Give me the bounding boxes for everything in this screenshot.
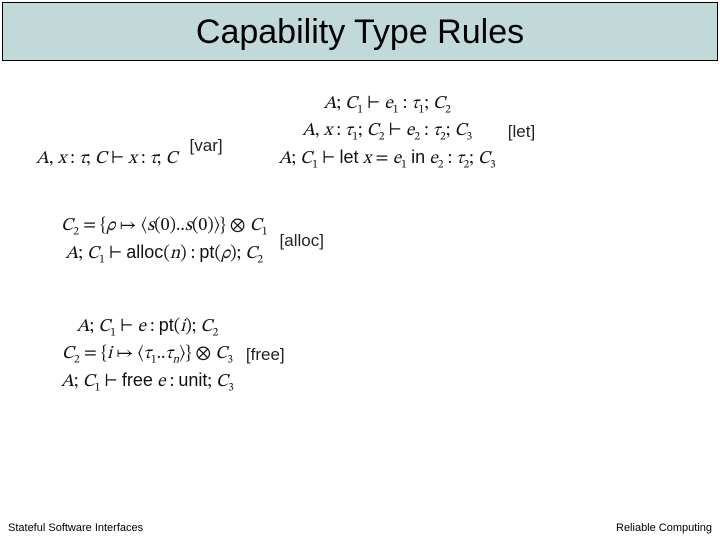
- rule-var-conclusion: A, x : τ; C ⊢ x : τ; C: [30, 146, 184, 173]
- rule-let-premise2: A, x : τ1; C2 ⊢ e2 : τ2; C3: [273, 118, 502, 145]
- rules-row-2: C2 = {ρ ↦ ⟨s(0)..s(0)⟩} ⊗ C1 A; C1 ⊢ all…: [30, 213, 690, 268]
- rule-alloc-conclusion: A; C1 ⊢ alloc(n) : pt(ρ); C2: [55, 240, 274, 268]
- rule-alloc-premise: C2 = {ρ ↦ ⟨s(0)..s(0)⟩} ⊗ C1: [55, 213, 274, 240]
- rule-var: A, x : τ; C ⊢ x : τ; C [var]: [30, 119, 223, 173]
- rule-alloc-label: [alloc]: [280, 231, 324, 251]
- rule-var-label: [var]: [190, 136, 223, 156]
- page-title: Capability Type Rules: [3, 13, 717, 52]
- rule-free-label: [free]: [246, 345, 285, 365]
- rule-let-conclusion: A; C1 ⊢ let x = e1 in e2 : τ2; C3: [273, 145, 502, 173]
- rule-free-premise1: A; C1 ⊢ e : pt(i); C2: [55, 313, 240, 341]
- rules-row-1: A, x : τ; C ⊢ x : τ; C [var] A; C1 ⊢ e1 …: [30, 91, 690, 173]
- rule-free: A; C1 ⊢ e : pt(i); C2 C2 = {i ↦ ⟨τ1..τn⟩…: [55, 313, 285, 396]
- footer-right: Reliable Computing: [616, 522, 712, 534]
- rule-free-premise2: C2 = {i ↦ ⟨τ1..τn⟩} ⊗ C3: [55, 341, 240, 368]
- title-bar: Capability Type Rules: [2, 2, 718, 61]
- slide-content: A, x : τ; C ⊢ x : τ; C [var] A; C1 ⊢ e1 …: [0, 61, 720, 396]
- rule-alloc: C2 = {ρ ↦ ⟨s(0)..s(0)⟩} ⊗ C1 A; C1 ⊢ all…: [55, 213, 324, 268]
- footer-left: Stateful Software Interfaces: [8, 522, 143, 534]
- rule-let-label: [let]: [508, 122, 535, 142]
- rule-free-conclusion: A; C1 ⊢ free e : unit; C3: [55, 368, 240, 396]
- rule-let-premise1: A; C1 ⊢ e1 : τ1; C2: [273, 91, 502, 118]
- rule-let: A; C1 ⊢ e1 : τ1; C2 A, x : τ1; C2 ⊢ e2 :…: [273, 91, 536, 173]
- rules-row-3: A; C1 ⊢ e : pt(i); C2 C2 = {i ↦ ⟨τ1..τn⟩…: [30, 313, 690, 396]
- rule-var-premise: [30, 119, 184, 146]
